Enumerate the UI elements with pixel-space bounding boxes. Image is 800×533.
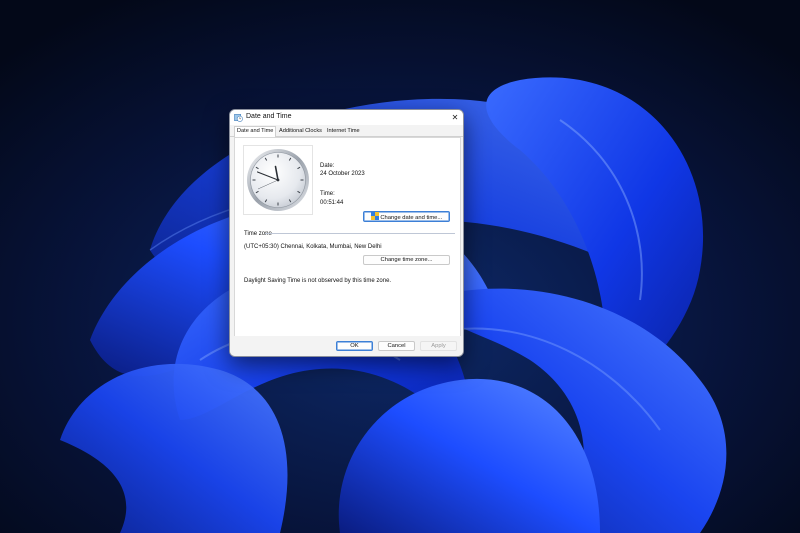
date-label: Date:: [320, 163, 335, 169]
cancel-label: Cancel: [387, 343, 406, 349]
date-and-time-dialog: Date and Time ✕ Date and Time Additional…: [229, 109, 464, 357]
tab-internet-time[interactable]: Internet Time: [327, 127, 360, 136]
ok-label: OK: [350, 343, 359, 349]
analog-clock-frame: [243, 145, 313, 215]
change-time-zone-label: Change time zone...: [380, 257, 433, 263]
analog-clock-icon: [247, 149, 309, 211]
change-date-and-time-button[interactable]: Change date and time...: [363, 211, 450, 222]
time-zone-heading: Time zone: [244, 231, 272, 237]
calendar-clock-icon: [234, 114, 243, 122]
time-zone-divider: [265, 233, 455, 234]
time-label: Time:: [320, 191, 335, 197]
change-time-zone-button[interactable]: Change time zone...: [363, 255, 450, 265]
tab-strip: Date and Time Additional Clocks Internet…: [230, 125, 463, 137]
close-button[interactable]: ✕: [447, 110, 463, 125]
date-and-time-panel: Date: 24 October 2023 Time: 00:51:44 Cha…: [234, 137, 461, 337]
time-value: 00:51:44: [320, 200, 344, 206]
apply-button[interactable]: Apply: [420, 341, 457, 351]
ok-button[interactable]: OK: [336, 341, 373, 351]
title-bar[interactable]: Date and Time ✕: [230, 110, 463, 125]
dst-note: Daylight Saving Time is not observed by …: [244, 278, 392, 284]
date-value: 24 October 2023: [320, 171, 365, 177]
change-date-and-time-label: Change date and time...: [380, 215, 443, 221]
shield-icon: [370, 212, 379, 220]
window-title: Date and Time: [246, 113, 292, 120]
time-zone-value: (UTC+05:30) Chennai, Kolkata, Mumbai, Ne…: [244, 244, 382, 250]
dialog-footer: OK Cancel Apply: [230, 336, 463, 356]
apply-label: Apply: [431, 343, 446, 349]
tab-additional-clocks[interactable]: Additional Clocks: [279, 127, 322, 136]
close-icon: ✕: [451, 113, 459, 122]
tab-date-and-time[interactable]: Date and Time: [234, 126, 277, 137]
cancel-button[interactable]: Cancel: [378, 341, 415, 351]
